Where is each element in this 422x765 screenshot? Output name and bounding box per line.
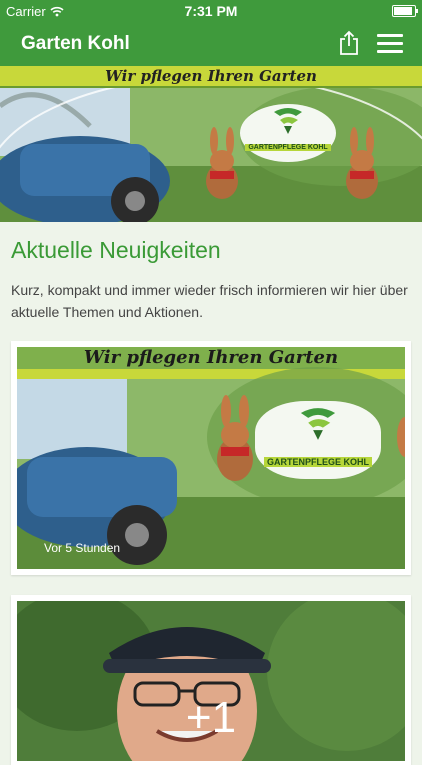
page-title: Aktuelle Neuigkeiten [11,237,221,263]
card-logo: GARTENPFLEGE KOHL [255,401,381,479]
card-slogan: Wir pflegen Ihren Garten [83,347,339,368]
logo-mark-icon [274,108,302,134]
company-logo: GARTENPFLEGE KOHL [240,104,336,162]
post-timestamp: Vor 5 Stunden [44,541,121,555]
hero-banner: Wir pflegen Ihren Garten GARTENPFLEGE KO… [0,66,422,222]
status-bar: Carrier 7:31 PM [0,0,422,22]
news-card-image: Wir pflegen Ihren Garten GARTENPFLEGE KO… [17,347,405,569]
news-card[interactable]: Wir pflegen Ihren Garten GARTENPFLEGE KO… [11,341,411,575]
more-images-count: +1 [185,693,237,742]
navigation-bar: Garten Kohl [0,22,422,66]
intro-text: Kurz, kompakt und immer wieder frisch in… [11,282,408,320]
app-title: Garten Kohl [21,33,130,54]
logo-mark-icon [300,408,336,440]
hamburger-menu-icon[interactable] [377,34,403,54]
card-logo-text: GARTENPFLEGE KOHL [263,457,372,467]
news-card[interactable]: +1 [11,595,411,765]
status-time: 7:31 PM [184,3,238,19]
news-card-image: +1 [17,601,405,761]
logo-text: GARTENPFLEGE KOHL [245,144,331,151]
battery-icon [392,5,418,17]
hero-photo [0,75,422,222]
share-icon[interactable] [337,30,361,56]
hero-slogan: Wir pflegen Ihren Garten [0,66,422,88]
